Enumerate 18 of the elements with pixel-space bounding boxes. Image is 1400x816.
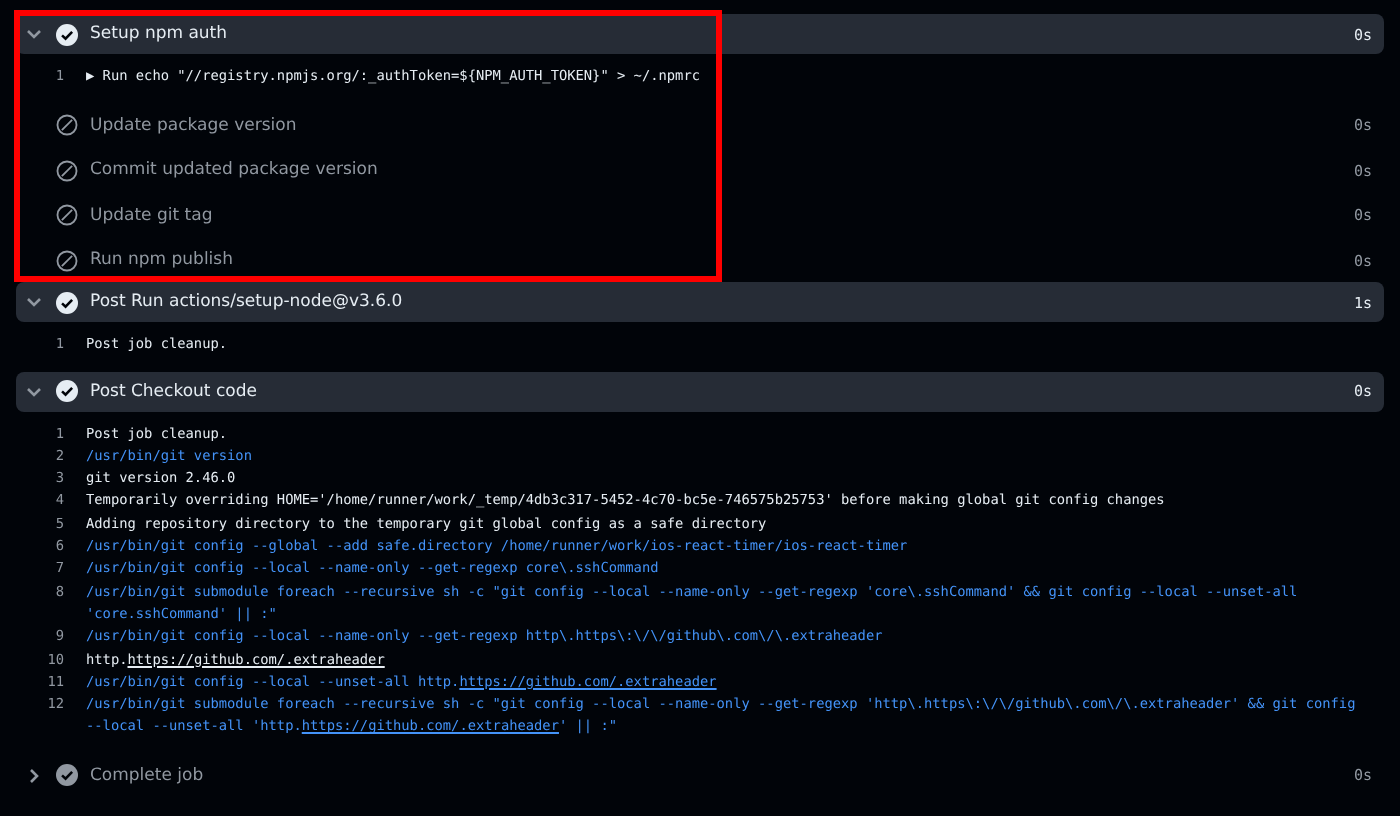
- step-title: Run npm publish: [90, 250, 235, 271]
- skipped-icon: [56, 159, 78, 182]
- step-title: Commit updated package version: [90, 160, 380, 181]
- step-title: Update package version: [90, 115, 299, 136]
- skipped-icon: [56, 249, 78, 272]
- step-title: Post Checkout code: [90, 381, 259, 402]
- skipped-icon: [56, 204, 78, 227]
- check-circle-icon: [56, 380, 78, 403]
- chevron-right-icon[interactable]: [24, 765, 44, 786]
- step-title: Update git tag: [90, 205, 215, 226]
- skipped-icon: [56, 114, 78, 137]
- check-circle-icon: [56, 23, 78, 45]
- step-title: Setup npm auth: [90, 24, 230, 44]
- chevron-down-icon[interactable]: [24, 24, 44, 44]
- step-title: Complete job: [90, 765, 206, 786]
- check-circle-icon: [56, 764, 78, 787]
- step-title: Post Run actions/setup-node@v3.6.0: [90, 292, 405, 313]
- check-circle-icon: [56, 291, 78, 314]
